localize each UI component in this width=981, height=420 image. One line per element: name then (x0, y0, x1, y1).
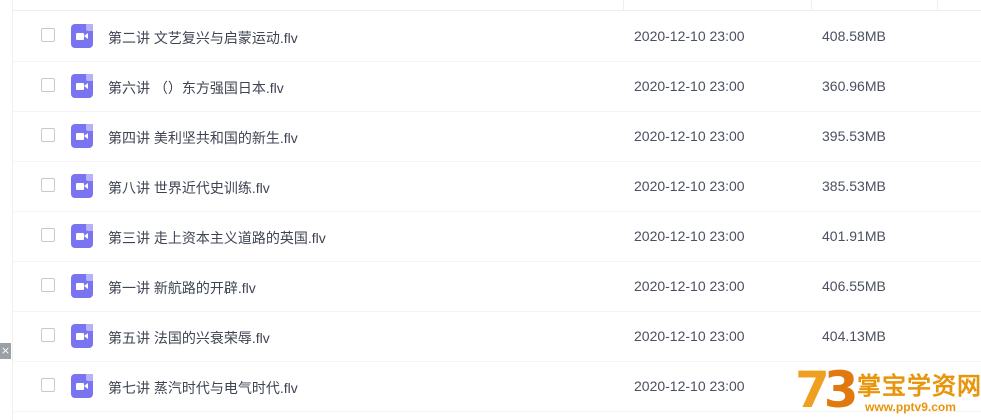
file-list: 第二讲 文艺复兴与启蒙运动.flv 2020-12-10 23:00 408.5… (12, 12, 981, 412)
row-checkbox[interactable] (41, 128, 55, 142)
row-checkbox[interactable] (41, 78, 55, 92)
file-name[interactable]: 第六讲 （）东方强国日本.flv (108, 78, 284, 98)
file-size: 395.53MB (822, 128, 886, 144)
column-divider (937, 0, 938, 10)
file-size: 360.96MB (822, 78, 886, 94)
site-watermark: 73 掌宝学资网 www.pptv9.com (795, 362, 981, 420)
video-file-icon (71, 374, 93, 398)
close-icon[interactable]: × (0, 343, 11, 359)
video-file-icon (71, 124, 93, 148)
file-row[interactable]: 第三讲 走上资本主义道路的英国.flv 2020-12-10 23:00 401… (12, 212, 981, 262)
row-checkbox[interactable] (41, 378, 55, 392)
file-modified-date: 2020-12-10 23:00 (634, 128, 745, 144)
watermark-url: www.pptv9.com (865, 400, 956, 414)
column-divider (623, 0, 624, 10)
watermark-site-name: 掌宝学资网 (857, 373, 981, 400)
file-row[interactable]: 第二讲 文艺复兴与启蒙运动.flv 2020-12-10 23:00 408.5… (12, 12, 981, 62)
row-checkbox[interactable] (41, 278, 55, 292)
file-modified-date: 2020-12-10 23:00 (634, 78, 745, 94)
file-name[interactable]: 第一讲 新航路的开辟.flv (108, 278, 256, 298)
video-file-icon (71, 24, 93, 48)
video-file-icon (71, 324, 93, 348)
file-row[interactable]: 第五讲 法国的兴衰荣辱.flv 2020-12-10 23:00 404.13M… (12, 312, 981, 362)
file-name[interactable]: 第四讲 美利坚共和国的新生.flv (108, 128, 298, 148)
video-file-icon (71, 174, 93, 198)
file-size: 404.13MB (822, 328, 886, 344)
video-file-icon (71, 274, 93, 298)
file-name[interactable]: 第五讲 法国的兴衰荣辱.flv (108, 328, 270, 348)
file-row[interactable]: 第六讲 （）东方强国日本.flv 2020-12-10 23:00 360.96… (12, 62, 981, 112)
file-modified-date: 2020-12-10 23:00 (634, 178, 745, 194)
file-row[interactable]: 第八讲 世界近代史训练.flv 2020-12-10 23:00 385.53M… (12, 162, 981, 212)
file-modified-date: 2020-12-10 23:00 (634, 278, 745, 294)
watermark-logo: 73 (795, 361, 859, 419)
row-checkbox[interactable] (41, 178, 55, 192)
row-checkbox[interactable] (41, 28, 55, 42)
file-name[interactable]: 第七讲 蒸汽时代与电气时代.flv (108, 378, 298, 398)
file-modified-date: 2020-12-10 23:00 (634, 228, 745, 244)
file-name[interactable]: 第三讲 走上资本主义道路的英国.flv (108, 228, 326, 248)
file-row[interactable]: 第四讲 美利坚共和国的新生.flv 2020-12-10 23:00 395.5… (12, 112, 981, 162)
file-modified-date: 2020-12-10 23:00 (634, 378, 745, 394)
row-checkbox[interactable] (41, 328, 55, 342)
video-file-icon (71, 74, 93, 98)
file-size: 385.53MB (822, 178, 886, 194)
file-name[interactable]: 第二讲 文艺复兴与启蒙运动.flv (108, 28, 298, 48)
file-size: 406.55MB (822, 278, 886, 294)
file-row[interactable]: 第一讲 新航路的开辟.flv 2020-12-10 23:00 406.55MB (12, 262, 981, 312)
file-modified-date: 2020-12-10 23:00 (634, 28, 745, 44)
column-divider (811, 0, 812, 10)
file-size: 401.91MB (822, 228, 886, 244)
table-header (12, 0, 981, 11)
row-checkbox[interactable] (41, 228, 55, 242)
file-modified-date: 2020-12-10 23:00 (634, 328, 745, 344)
video-file-icon (71, 224, 93, 248)
file-size: 408.58MB (822, 28, 886, 44)
file-name[interactable]: 第八讲 世界近代史训练.flv (108, 178, 270, 198)
